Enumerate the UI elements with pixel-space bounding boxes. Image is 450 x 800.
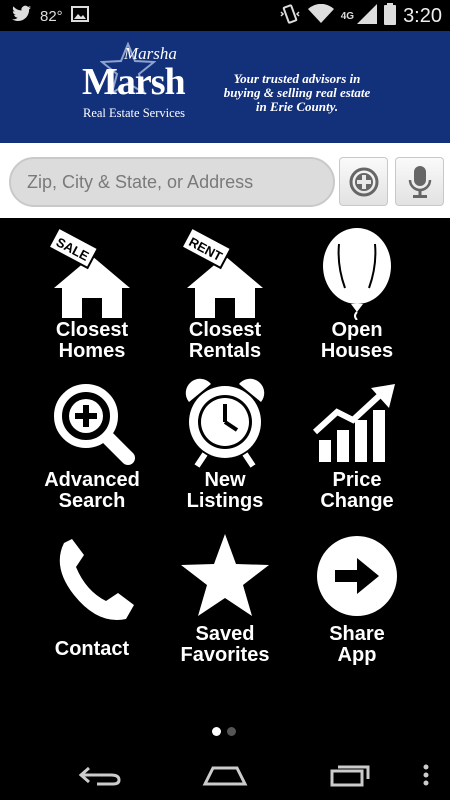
label-line: Price — [332, 469, 382, 491]
saved-favorites-label: Saved Favorites — [155, 624, 295, 666]
label-line: Rentals — [188, 340, 262, 362]
advanced-search-button[interactable]: Advanced Search — [22, 376, 162, 512]
closest-rentals-label: Closest Rentals — [155, 320, 295, 362]
label-line: Homes — [58, 340, 126, 362]
page-dot-active[interactable] — [212, 727, 221, 736]
label-line: Advanced — [44, 469, 140, 491]
closest-homes-label: Closest Homes — [22, 320, 162, 362]
label-line: Closest — [55, 319, 129, 341]
contact-label: Contact — [22, 639, 162, 660]
navigation-bar — [0, 748, 450, 800]
twitter-icon — [12, 5, 32, 27]
star-icon — [181, 534, 269, 616]
label-line: Open — [331, 319, 383, 341]
share-app-label: Share App — [287, 624, 427, 666]
more-vertical-icon — [423, 764, 429, 786]
share-app-button[interactable]: Share App — [287, 530, 427, 666]
recent-apps-icon — [330, 765, 370, 787]
status-bar: 82° 4G 3:20 — [0, 0, 450, 31]
label-line: Saved — [195, 623, 255, 645]
label-line: Search — [58, 490, 126, 512]
price-change-label: Price Change — [287, 470, 427, 512]
label-line: Contact — [54, 638, 130, 660]
wifi-icon — [307, 3, 334, 29]
locate-button[interactable] — [339, 157, 388, 206]
back-icon — [78, 766, 121, 786]
contact-button[interactable]: Contact — [22, 533, 162, 660]
closest-rentals-button[interactable]: RENT Closest Rentals — [155, 226, 295, 362]
open-houses-button[interactable]: Open Houses — [287, 226, 427, 362]
closest-homes-button[interactable]: SALE Closest Homes — [22, 226, 162, 362]
balloon-icon — [323, 228, 391, 320]
recent-apps-button[interactable] — [320, 756, 380, 794]
clock-text: 3:20 — [403, 5, 442, 27]
page-dot[interactable] — [227, 727, 236, 736]
trend-chart-icon — [312, 384, 395, 462]
label-line: Change — [320, 490, 394, 512]
price-change-button[interactable]: Price Change — [287, 376, 427, 512]
page-indicator — [212, 727, 236, 736]
search-input[interactable] — [9, 157, 335, 207]
label-line: Listings — [186, 490, 264, 512]
crosshair-icon — [349, 167, 378, 196]
advanced-search-label: Advanced Search — [22, 470, 162, 512]
home-button[interactable] — [195, 756, 255, 794]
label-line: New — [204, 469, 246, 491]
tagline-line: Your trusted advisors in — [233, 71, 361, 86]
alarm-clock-icon — [185, 378, 265, 468]
new-listings-button[interactable]: New Listings — [155, 376, 295, 512]
image-icon — [70, 5, 89, 27]
overflow-menu-button[interactable] — [396, 756, 450, 794]
tagline-line: in Erie County. — [255, 99, 339, 114]
home-icon — [202, 766, 248, 786]
voice-search-button[interactable] — [395, 157, 444, 206]
tagline: Your trusted advisors in buying & sellin… — [212, 72, 382, 114]
saved-favorites-button[interactable]: Saved Favorites — [155, 530, 295, 666]
label-line: Favorites — [180, 644, 270, 666]
vibrate-icon — [279, 3, 301, 30]
logo-text-last: Marsh — [82, 61, 186, 103]
back-button[interactable] — [70, 756, 130, 794]
label-line: Share — [329, 623, 385, 645]
logo-subtitle: Real Estate Services — [83, 106, 186, 120]
arrow-right-icon — [317, 536, 397, 616]
battery-icon — [384, 3, 397, 30]
zoom-in-icon — [54, 384, 135, 465]
temperature-text: 82° — [40, 7, 63, 25]
label-line: Houses — [320, 340, 394, 362]
phone-icon — [59, 539, 134, 620]
logo: Marsha Marsh Real Estate Services — [82, 42, 202, 124]
house-sale-icon: SALE — [47, 226, 130, 318]
label-line: App — [337, 644, 377, 666]
open-houses-label: Open Houses — [287, 320, 427, 362]
tagline-line: buying & selling real estate — [223, 85, 371, 100]
house-rent-icon: RENT — [180, 226, 263, 318]
label-line: Closest — [188, 319, 262, 341]
new-listings-label: New Listings — [155, 470, 295, 512]
network-type-text: 4G — [340, 11, 355, 22]
signal-icon — [357, 4, 378, 29]
microphone-icon — [408, 165, 431, 198]
